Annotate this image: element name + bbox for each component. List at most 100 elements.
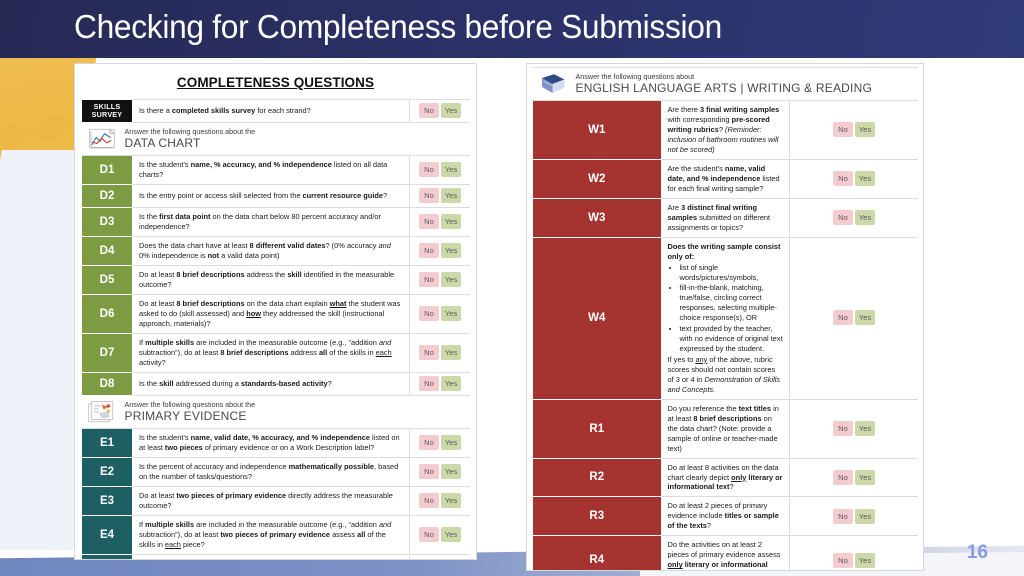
yes-button[interactable]: Yes — [441, 306, 461, 322]
no-button[interactable]: No — [833, 420, 853, 436]
left-question-table: SKILLS SURVEY Is there a completed skills… — [81, 99, 470, 559]
yes-button[interactable]: Yes — [441, 526, 461, 542]
yes-button[interactable]: Yes — [441, 103, 461, 119]
no-button[interactable]: No — [833, 310, 853, 326]
left-code-skills-survey: SKILLS SURVEY — [81, 99, 133, 123]
question-text: Is the first data point on the data char… — [132, 206, 410, 237]
no-button[interactable]: No — [419, 464, 439, 479]
yes-button[interactable]: Yes — [441, 243, 461, 259]
section-subtitle: Answer the following questions about — [575, 72, 695, 82]
question-row: R4 Do the activities on at least 2 piece… — [532, 535, 918, 570]
question-text: Is the student’s name, % accuracy, and %… — [132, 155, 410, 185]
question-row: E1 Is the student’s name, valid date, % … — [81, 427, 470, 458]
no-button[interactable]: No — [833, 210, 853, 226]
yes-button[interactable]: Yes — [855, 552, 875, 568]
answer-cell: NoYes — [789, 535, 918, 570]
question-row: W1 Are there 3 final writing samples wit… — [532, 100, 918, 160]
question-row: R2 Do at least 8 activities on the data … — [532, 457, 918, 498]
question-text: Do at least 8 brief descriptions address… — [132, 264, 410, 295]
question-text: Does the writing sample consist only of:… — [661, 236, 790, 400]
panel-title-left: COMPLETENESS QUESTIONS — [176, 75, 375, 90]
answer-cell: NoYes — [409, 293, 470, 334]
question-text: Are the student’s name, valid date, and … — [661, 158, 790, 199]
section-header-row: Answer the following questions about the… — [81, 122, 470, 156]
yes-button[interactable]: Yes — [441, 464, 461, 479]
yes-button[interactable]: Yes — [441, 272, 461, 288]
left-code-d1: D1 — [81, 155, 133, 185]
left-code-e4: E4 — [81, 514, 133, 555]
answer-cell: NoYes — [409, 427, 470, 458]
no-button[interactable]: No — [419, 345, 439, 361]
left-code-e5: E5 — [81, 553, 133, 559]
yes-button[interactable]: Yes — [855, 420, 875, 436]
left-code-d2: D2 — [81, 183, 133, 208]
yes-button[interactable]: Yes — [441, 188, 461, 204]
left-code-e2: E2 — [81, 456, 133, 487]
left-code-e1: E1 — [81, 427, 133, 458]
yes-button[interactable]: Yes — [855, 122, 875, 138]
right-code-r1: R1 — [532, 398, 662, 459]
no-button[interactable]: No — [419, 188, 439, 204]
yes-button[interactable]: Yes — [855, 210, 875, 226]
question-row: D7 If multiple skills are included in th… — [81, 332, 470, 373]
question-row: W2 Are the student’s name, valid date, a… — [532, 158, 918, 199]
no-button[interactable]: No — [419, 526, 439, 542]
primary-evidence-icon — [87, 400, 118, 424]
right-code-w4: W4 — [532, 236, 662, 400]
page-title: Checking for Completeness before Submiss… — [74, 8, 722, 45]
yes-button[interactable]: Yes — [441, 345, 461, 361]
left-code-d3: D3 — [81, 206, 133, 237]
yes-button[interactable]: Yes — [441, 162, 461, 178]
question-row: W4 Does the writing sample consist only … — [532, 236, 918, 400]
question-row: E4 If multiple skills are included in th… — [81, 514, 470, 555]
section-header-row: Answer the following questions about the… — [81, 394, 470, 429]
question-text: Do at least 8 brief descriptions on the … — [132, 293, 410, 334]
answer-cell: NoYes — [409, 514, 470, 555]
question-text: Is the student’s name, valid date, % acc… — [132, 427, 410, 458]
question-text: Is the entry point or access skill selec… — [132, 183, 410, 208]
no-button[interactable]: No — [419, 214, 439, 230]
page-number: 16 — [966, 542, 988, 563]
no-button[interactable]: No — [419, 272, 439, 288]
answer-cell: NoYes — [789, 398, 918, 459]
question-row: D8 Is the skill addressed during a stand… — [81, 371, 470, 396]
question-text: If multiple skills are included in the m… — [132, 332, 410, 373]
answer-cell: NoYes — [409, 99, 470, 123]
question-text: Is the skill addressed during a standard… — [132, 371, 410, 396]
answer-cell: NoYes — [789, 158, 918, 199]
no-button[interactable]: No — [419, 103, 439, 119]
no-button[interactable]: No — [419, 306, 439, 322]
yes-button[interactable]: Yes — [441, 435, 461, 451]
no-button[interactable]: No — [833, 469, 853, 485]
section-header-row: Answer the following questions about ENG… — [532, 67, 918, 101]
yes-button[interactable]: Yes — [441, 376, 461, 392]
question-text: Are 3 distinct final writing samples sub… — [661, 197, 790, 238]
no-button[interactable]: No — [833, 122, 853, 138]
answer-cell: NoYes — [409, 264, 470, 295]
no-button[interactable]: No — [833, 552, 853, 568]
yes-button[interactable]: Yes — [855, 171, 875, 187]
yes-button[interactable]: Yes — [855, 310, 875, 326]
no-button[interactable]: No — [419, 162, 439, 178]
yes-button[interactable]: Yes — [441, 214, 461, 230]
no-button[interactable]: No — [833, 171, 853, 187]
answer-cell: NoYes — [409, 332, 470, 373]
no-button[interactable]: No — [419, 243, 439, 259]
no-button[interactable]: No — [419, 492, 439, 508]
no-button[interactable]: No — [419, 435, 439, 451]
yes-button[interactable]: Yes — [441, 492, 461, 508]
right-code-w1: W1 — [532, 100, 662, 160]
yes-button[interactable]: Yes — [855, 508, 875, 524]
question-text: Do the activities on at least 2 pieces o… — [661, 535, 790, 570]
answer-cell: NoYes — [409, 553, 470, 559]
no-button[interactable]: No — [833, 508, 853, 524]
left-code-e3: E3 — [81, 485, 133, 516]
ela-books-icon — [539, 72, 569, 96]
question-text: Is there a completed skills survey for e… — [132, 99, 410, 123]
question-row: D2 Is the entry point or access skill se… — [81, 183, 470, 208]
yes-button[interactable]: Yes — [855, 469, 875, 485]
question-text: Do at least 8 activities on the data cha… — [661, 457, 790, 498]
no-button[interactable]: No — [419, 376, 439, 392]
answer-cell: NoYes — [409, 155, 470, 185]
left-code-d6: D6 — [81, 293, 133, 334]
